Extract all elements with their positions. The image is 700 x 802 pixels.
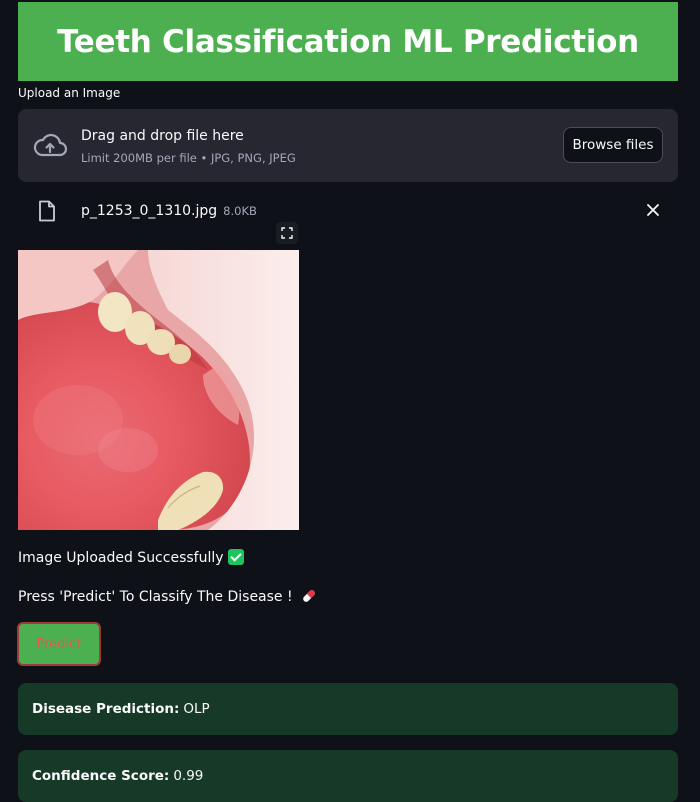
predict-instruction-text: Press 'Predict' To Classify The Disease … bbox=[18, 589, 293, 605]
dropzone-title: Drag and drop file here bbox=[81, 128, 244, 144]
predict-button[interactable]: Predict bbox=[17, 622, 101, 666]
file-name: p_1253_0_1310.jpg bbox=[81, 203, 218, 219]
fullscreen-button[interactable] bbox=[276, 222, 298, 244]
browse-files-button[interactable]: Browse files bbox=[563, 127, 663, 163]
file-icon bbox=[39, 200, 55, 222]
predict-instruction: Press 'Predict' To Classify The Disease … bbox=[18, 588, 317, 605]
confidence-value: 0.99 bbox=[173, 768, 204, 784]
uploaded-image bbox=[18, 250, 299, 530]
file-name-row: p_1253_0_1310.jpg 8.0KB bbox=[81, 203, 257, 219]
upload-success-text: Image Uploaded Successfully bbox=[18, 550, 224, 566]
pill-icon bbox=[303, 590, 315, 602]
fullscreen-icon bbox=[281, 227, 293, 239]
dropzone-limit: Limit 200MB per file • JPG, PNG, JPEG bbox=[81, 151, 296, 165]
app-header: Teeth Classification ML Prediction bbox=[18, 2, 678, 81]
confidence-label: Confidence Score: bbox=[32, 768, 170, 784]
prediction-label: Disease Prediction: bbox=[32, 701, 180, 717]
upload-success-message: Image Uploaded Successfully bbox=[18, 549, 244, 566]
cloud-upload-icon bbox=[33, 133, 68, 157]
file-size: 8.0KB bbox=[223, 204, 257, 218]
close-icon[interactable] bbox=[646, 203, 660, 217]
disease-prediction-box: Disease Prediction: OLP bbox=[18, 683, 678, 735]
confidence-score-box: Confidence Score: 0.99 bbox=[18, 750, 678, 802]
uploaded-file-row: p_1253_0_1310.jpg 8.0KB bbox=[18, 196, 678, 228]
page-title: Teeth Classification ML Prediction bbox=[57, 23, 639, 60]
upload-label: Upload an Image bbox=[18, 86, 121, 100]
check-mark-icon bbox=[227, 549, 244, 565]
mouth-photo bbox=[18, 250, 299, 530]
prediction-value: OLP bbox=[183, 701, 210, 717]
file-dropzone[interactable]: Drag and drop file here Limit 200MB per … bbox=[18, 109, 678, 182]
